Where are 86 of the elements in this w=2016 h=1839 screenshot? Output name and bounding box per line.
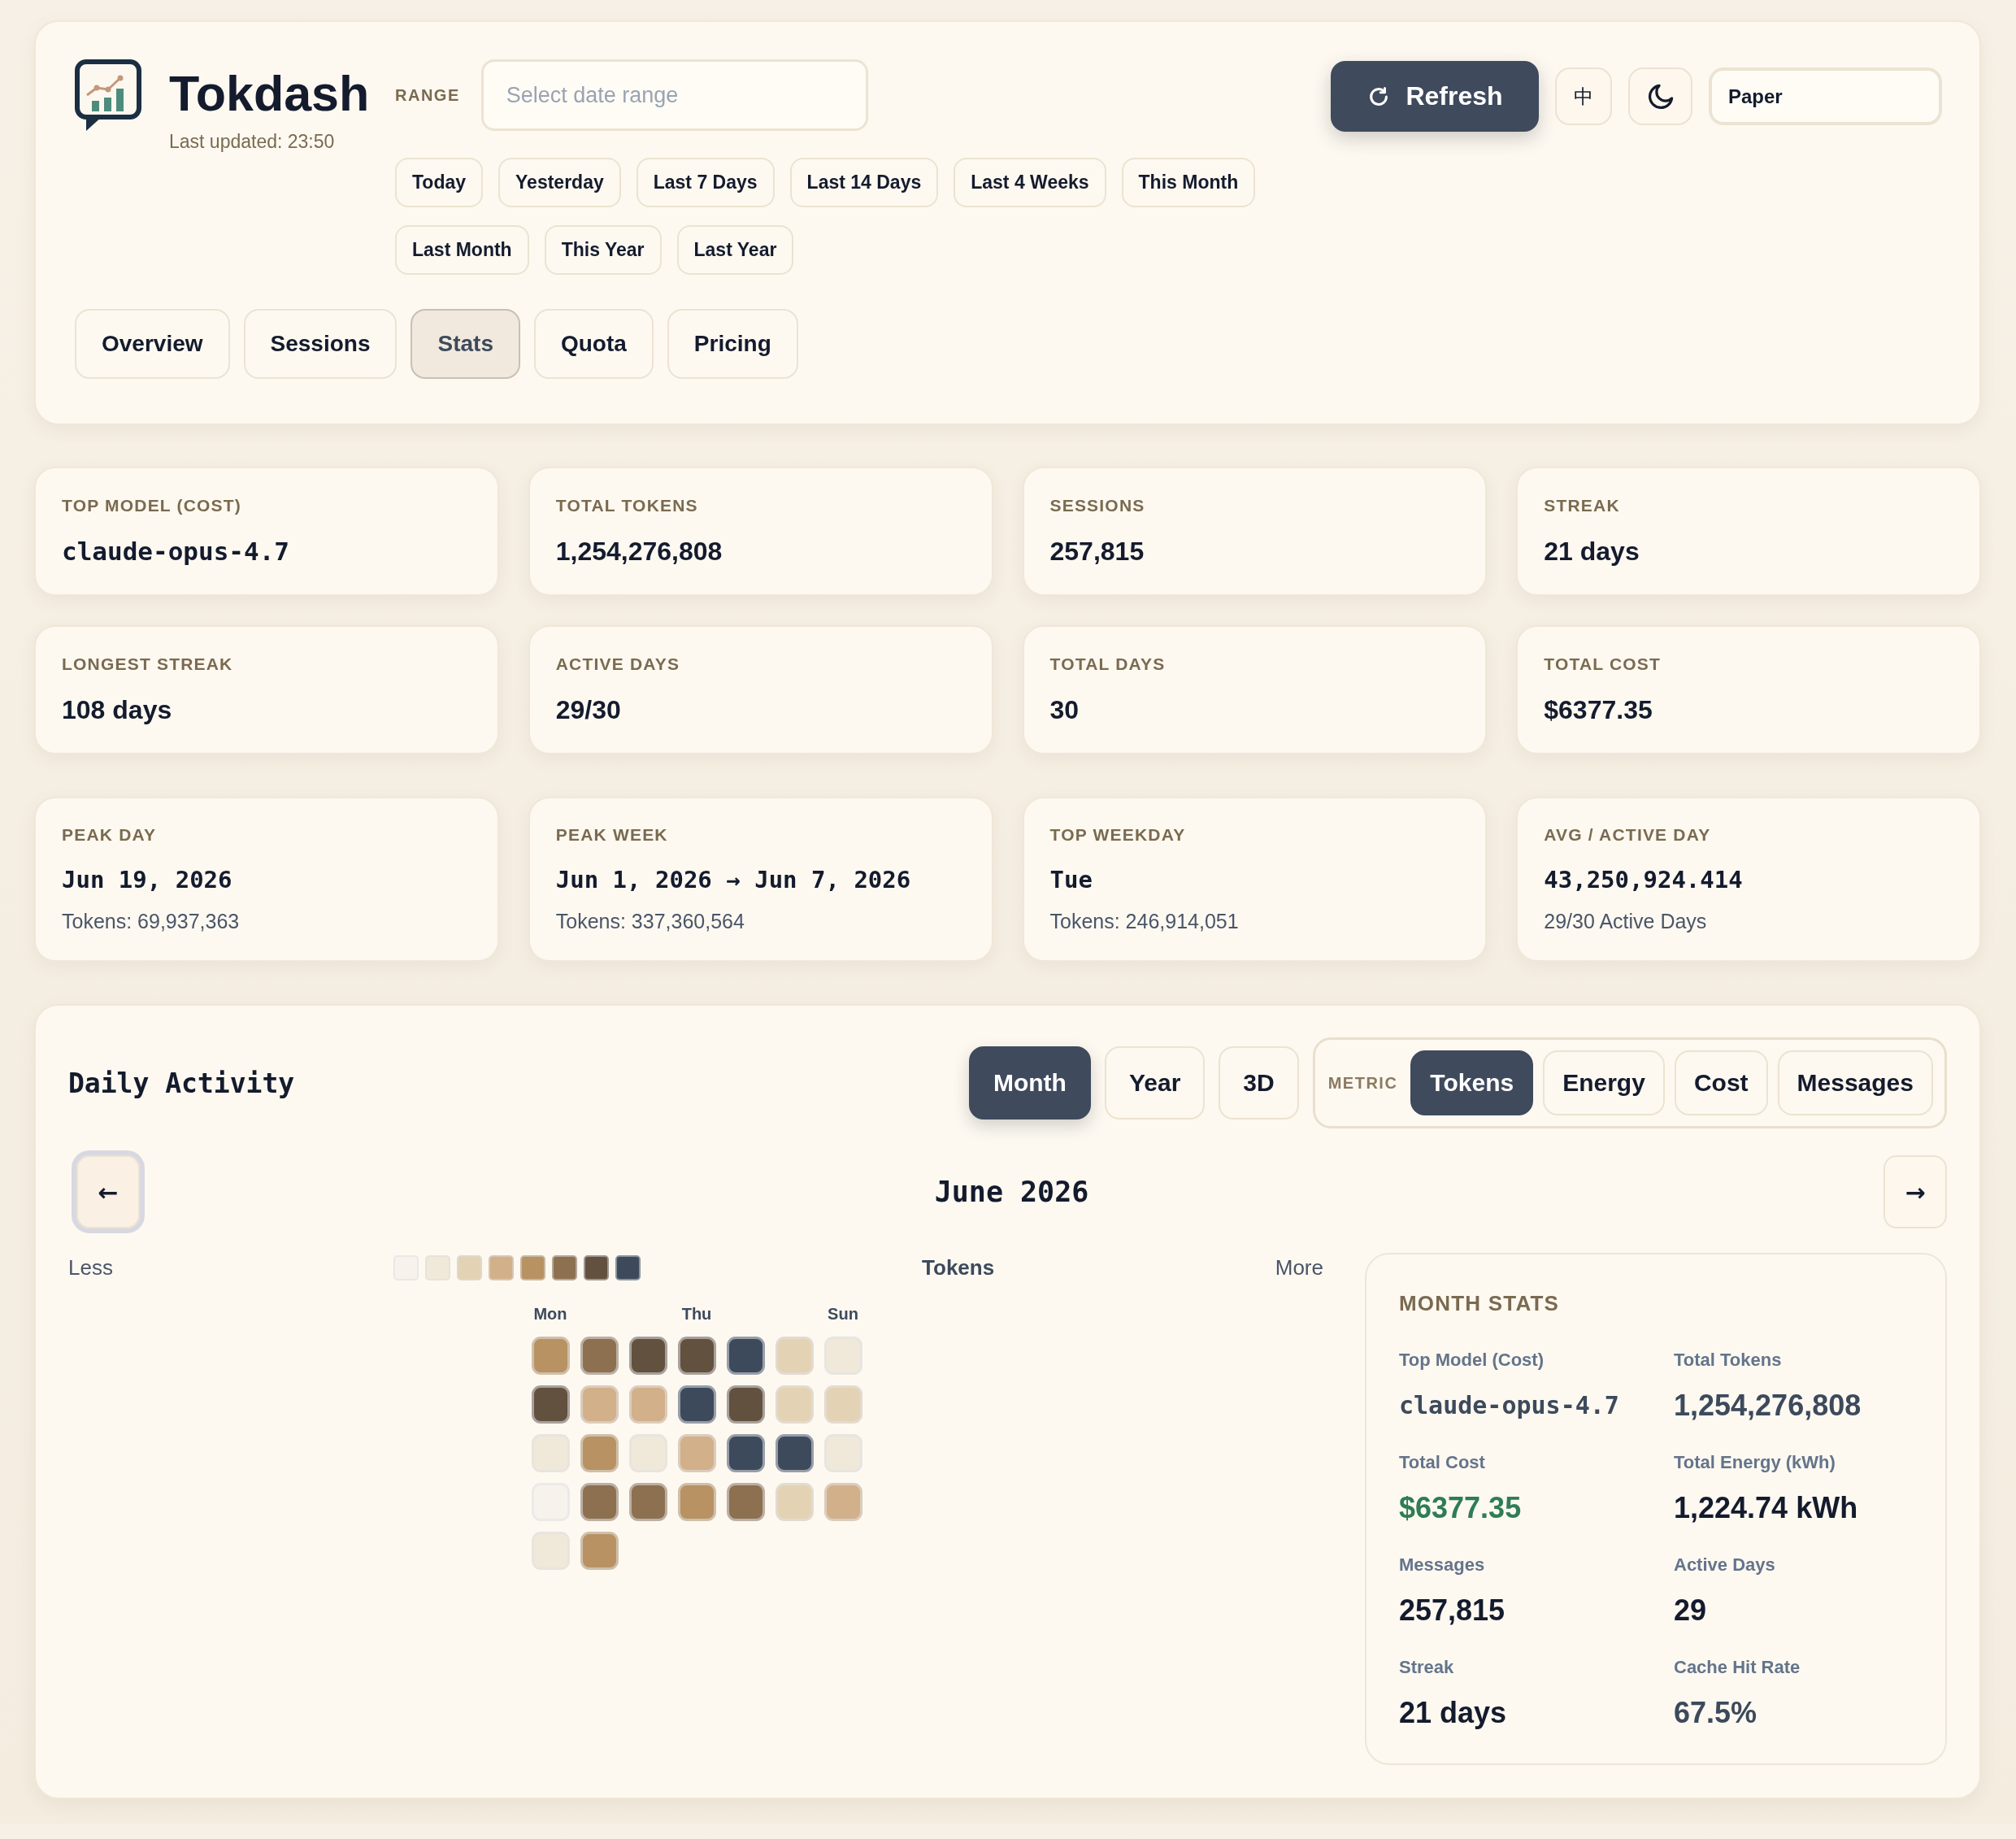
month-stat-value: $6377.35 <box>1399 1490 1523 1526</box>
theme-toggle-button[interactable] <box>1628 67 1692 125</box>
stat-value: 1,254,276,808 <box>555 536 723 567</box>
metric-tab[interactable]: Tokens <box>1410 1050 1534 1115</box>
highlight-subtext: Tokens: 69,937,363 <box>62 909 241 933</box>
month-stats-title: MONTH STATS <box>1399 1291 1561 1316</box>
nav-tab[interactable]: Pricing <box>667 309 798 379</box>
preset-button[interactable]: Today <box>395 158 484 207</box>
language-button[interactable]: 中 <box>1555 67 1612 125</box>
stat-label: TOTAL DAYS <box>1049 654 1167 675</box>
date-range-field[interactable]: Select date range <box>480 59 868 131</box>
month-stat-label: Top Model (Cost) <box>1399 1349 1545 1372</box>
refresh-button[interactable]: Refresh <box>1331 61 1539 132</box>
next-month-button[interactable]: → <box>1883 1155 1947 1228</box>
stat-label: TOTAL TOKENS <box>555 495 699 516</box>
stat-value: 29/30 <box>555 694 622 726</box>
preset-button[interactable]: Last 14 Days <box>789 158 939 207</box>
weekday-label: Sun <box>828 1304 858 1324</box>
view-tab[interactable]: Month <box>968 1046 1091 1119</box>
stat-label: TOP MODEL (COST) <box>62 495 243 516</box>
legend-more-label: More <box>1275 1254 1323 1280</box>
highlight-subtext: Tokens: 246,914,051 <box>1049 909 1240 933</box>
month-stat-value: 67.5% <box>1674 1695 1758 1731</box>
stat-label: LONGEST STREAK <box>62 654 234 675</box>
preset-button[interactable]: This Year <box>544 225 662 275</box>
range-label: RANGE <box>395 85 460 105</box>
month-stat-value: 21 days <box>1399 1695 1508 1731</box>
weekday-label: Mon <box>533 1304 567 1324</box>
app-title: Tokdash <box>169 65 370 123</box>
month-stat-label: Total Tokens <box>1674 1349 1783 1372</box>
last-updated-text: Last updated: 23:50 <box>169 131 336 153</box>
highlight-label: AVG / ACTIVE DAY <box>1544 824 1712 846</box>
month-stat-value: 29 <box>1674 1593 1708 1628</box>
legend-metric-label: Tokens <box>922 1254 995 1280</box>
highlight-value: Jun 1, 2026 → Jun 7, 2026 <box>555 865 912 895</box>
month-stat-label: Cache Hit Rate <box>1674 1656 1801 1679</box>
nav-tab[interactable]: Overview <box>75 309 230 379</box>
preset-button[interactable]: Last 4 Weeks <box>954 158 1106 207</box>
stat-label: ACTIVE DAYS <box>555 654 681 675</box>
highlight-subtext: 29/30 Active Days <box>1544 909 1708 933</box>
highlight-label: PEAK WEEK <box>555 824 669 846</box>
theme-select[interactable]: Paper <box>1709 67 1942 125</box>
stat-value: 257,815 <box>1049 536 1145 567</box>
month-title: June 2026 <box>934 1176 1089 1208</box>
preset-button[interactable]: This Month <box>1121 158 1256 207</box>
highlight-label: PEAK DAY <box>62 824 158 846</box>
nav-tab[interactable]: Stats <box>411 309 520 379</box>
section-title: Daily Activity <box>68 1067 295 1099</box>
preset-button[interactable]: Last 7 Days <box>636 158 775 207</box>
highlight-subtext: Tokens: 337,360,564 <box>555 909 745 933</box>
metric-tab[interactable]: Cost <box>1674 1050 1768 1115</box>
metric-tab[interactable]: Messages <box>1777 1050 1933 1115</box>
month-stat-value: 257,815 <box>1399 1593 1506 1628</box>
highlight-value: 43,250,924.414 <box>1544 865 1744 895</box>
stat-value: claude-opus-4.7 <box>62 536 290 567</box>
metric-label: METRIC <box>1327 1073 1398 1093</box>
month-stat-value: 1,224.74 kWh <box>1674 1490 1859 1526</box>
preset-button[interactable]: Last Month <box>395 225 529 275</box>
preset-button[interactable]: Last Year <box>676 225 794 275</box>
highlight-value: Tue <box>1049 865 1093 895</box>
month-stat-label: Messages <box>1399 1554 1486 1576</box>
view-tab[interactable]: Year <box>1104 1046 1206 1119</box>
legend-less-label: Less <box>68 1254 113 1280</box>
month-stat-value: claude-opus-4.7 <box>1399 1390 1620 1421</box>
stat-label: SESSIONS <box>1049 495 1146 516</box>
highlight-value: Jun 19, 2026 <box>62 865 233 895</box>
stat-label: STREAK <box>1544 495 1621 516</box>
month-stat-label: Total Cost <box>1399 1451 1486 1474</box>
moon-icon <box>1647 83 1674 110</box>
view-tab[interactable]: 3D <box>1219 1046 1299 1119</box>
stat-label: TOTAL COST <box>1544 654 1662 675</box>
logo-chart-icon <box>75 59 141 133</box>
stat-value: $6377.35 <box>1544 694 1653 726</box>
preset-button[interactable]: Yesterday <box>498 158 621 207</box>
metric-tab[interactable]: Energy <box>1543 1050 1665 1115</box>
stat-value: 21 days <box>1544 536 1640 567</box>
nav-tab[interactable]: Quota <box>533 309 654 379</box>
nav-tab[interactable]: Sessions <box>243 309 398 379</box>
highlight-label: TOP WEEKDAY <box>1049 824 1187 846</box>
weekday-label: Thu <box>681 1304 712 1324</box>
month-stat-label: Active Days <box>1674 1554 1776 1576</box>
month-stat-value: 1,254,276,808 <box>1674 1388 1862 1424</box>
month-stat-label: Streak <box>1399 1656 1455 1679</box>
stat-value: 108 days <box>62 694 173 726</box>
stat-value: 30 <box>1049 694 1080 726</box>
month-stat-label: Total Energy (kWh) <box>1674 1451 1836 1474</box>
